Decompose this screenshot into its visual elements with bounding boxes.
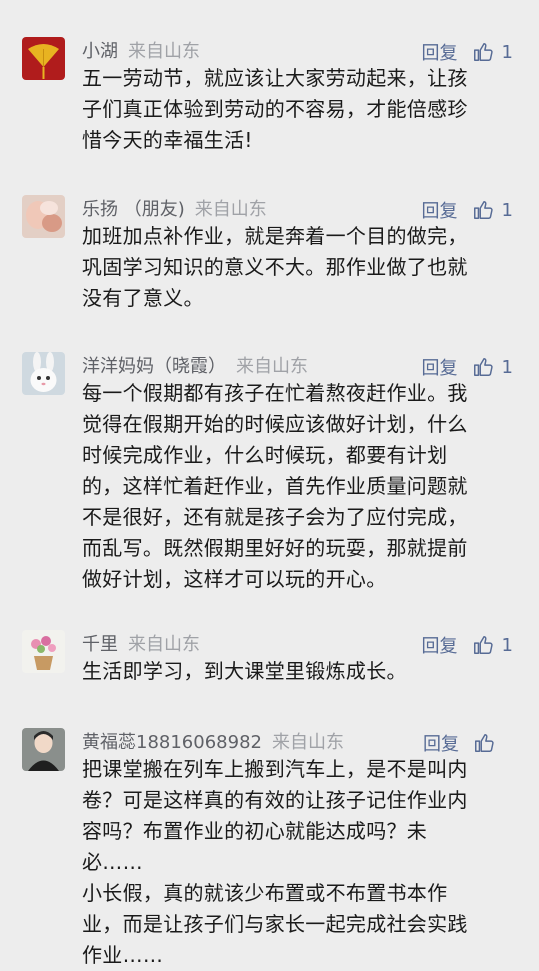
comment-text: 每一个假期都有孩子在忙着熬夜赶作业。我 觉得在假期开始的时候应该做好计划，什么 … bbox=[82, 381, 468, 591]
comment-text: 五一劳动节，就应该让大家劳动起来，让孩 子们真正体验到劳动的不容易，才能倍感珍 … bbox=[82, 66, 468, 152]
ginkgo-avatar-image bbox=[22, 37, 65, 80]
location-label: 来自山东 bbox=[194, 199, 267, 220]
thumbs-up-icon[interactable] bbox=[472, 634, 494, 656]
avatar[interactable] bbox=[22, 195, 65, 238]
avatar[interactable] bbox=[22, 352, 65, 395]
location-label: 来自山东 bbox=[271, 732, 344, 753]
thumbs-up-icon[interactable] bbox=[472, 41, 494, 63]
like-count: 1 bbox=[501, 634, 513, 656]
location-label: 来自山东 bbox=[128, 634, 200, 655]
location-label: 来自山东 bbox=[236, 356, 308, 377]
commenter-name[interactable]: 乐扬 （朋友) bbox=[82, 199, 185, 220]
commenter-name[interactable]: 千里 bbox=[82, 634, 118, 655]
thumbs-up-icon[interactable] bbox=[473, 732, 495, 754]
reply-button[interactable]: 回复 bbox=[423, 730, 459, 756]
flower-pot-avatar-image bbox=[22, 630, 65, 673]
commenter-name[interactable]: 洋洋妈妈（晓霞） bbox=[82, 356, 226, 377]
comment-text: 生活即学习，到大课堂里锻炼成长。 bbox=[82, 659, 407, 683]
avatar[interactable] bbox=[22, 37, 65, 80]
location-label: 来自山东 bbox=[128, 41, 200, 62]
avatar[interactable] bbox=[22, 630, 65, 673]
like-count: 1 bbox=[501, 41, 513, 63]
thumbs-up-icon[interactable] bbox=[472, 199, 494, 221]
reply-button[interactable]: 回复 bbox=[422, 632, 458, 658]
reply-button[interactable]: 回复 bbox=[422, 354, 458, 380]
reply-button[interactable]: 回复 bbox=[422, 39, 458, 65]
comment-text: 加班加点补作业，就是奔着一个目的做完， 巩固学习知识的意义不大。那作业做了也就 … bbox=[82, 224, 468, 310]
like-count: 1 bbox=[501, 356, 513, 378]
baby-photo-avatar-image bbox=[22, 195, 65, 238]
commenter-name[interactable]: 黄福蕊18816068982 bbox=[82, 732, 262, 753]
thumbs-up-icon[interactable] bbox=[472, 356, 494, 378]
reply-button[interactable]: 回复 bbox=[422, 197, 458, 223]
commenter-name[interactable]: 小湖 bbox=[82, 41, 118, 62]
like-count: 1 bbox=[501, 199, 513, 221]
bunny-avatar-image bbox=[22, 352, 65, 395]
portrait-avatar-image bbox=[22, 728, 65, 771]
comment-text: 把课堂搬在列车上搬到汽车上，是不是叫内 卷？可是这样真的有效的让孩子记住作业内 … bbox=[82, 757, 468, 967]
avatar[interactable] bbox=[22, 728, 65, 771]
